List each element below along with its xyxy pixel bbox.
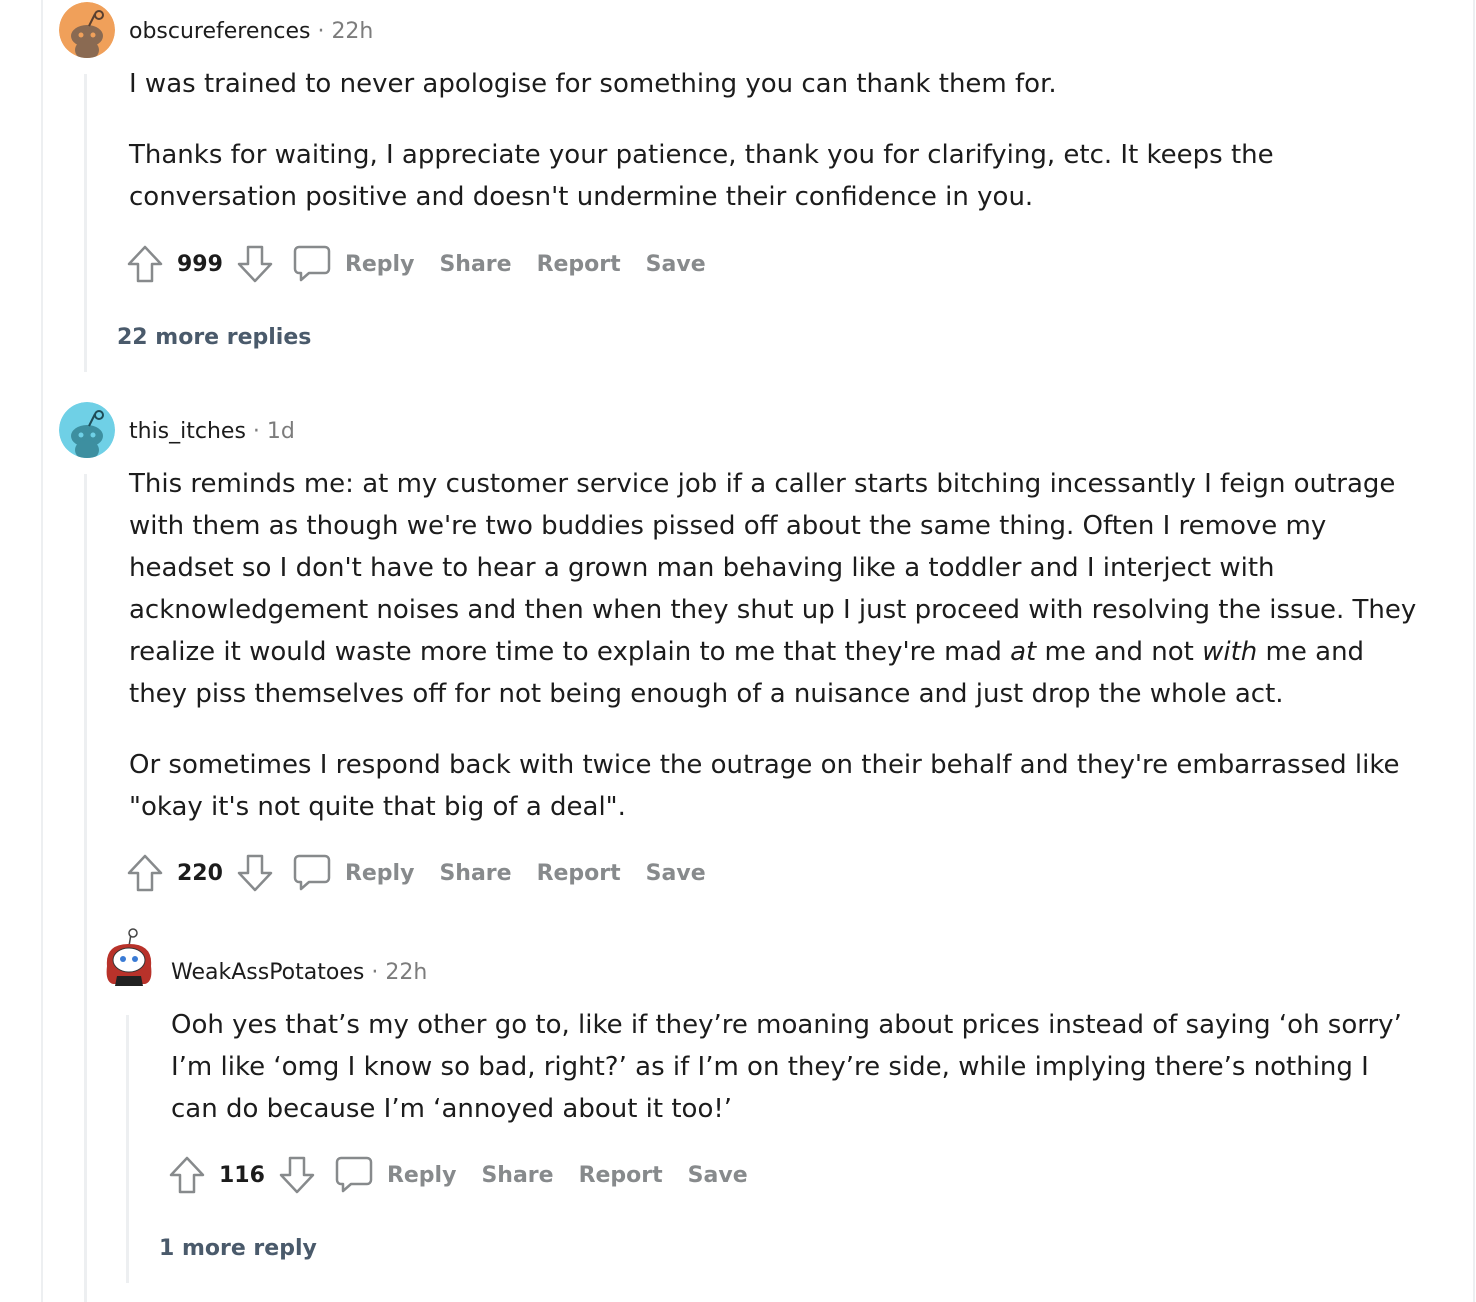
- more-replies-link[interactable]: 22 more replies: [117, 325, 311, 350]
- reply-label: Reply: [344, 251, 415, 277]
- comment-bubble-icon: [293, 245, 331, 283]
- report-button[interactable]: Report: [537, 861, 621, 886]
- upvote-icon[interactable]: [169, 1155, 205, 1195]
- comment-body: I was trained to never apologise for som…: [129, 63, 1419, 218]
- emphasis: with: [1202, 637, 1258, 667]
- avatar[interactable]: [59, 2, 115, 58]
- comment-body: This reminds me: at my customer service …: [129, 463, 1419, 828]
- vote-score: 220: [177, 860, 223, 886]
- save-button[interactable]: Save: [646, 252, 706, 277]
- username[interactable]: obscureferences: [129, 19, 310, 44]
- reply-button[interactable]: Reply: [293, 854, 440, 892]
- timestamp[interactable]: 22h: [385, 960, 427, 985]
- share-button[interactable]: Share: [481, 1163, 553, 1188]
- timestamp[interactable]: 1d: [267, 419, 295, 444]
- comment-meta: WeakAssPotatoes · 22h: [171, 958, 427, 988]
- comment-actions: 116 Reply Share Report Save: [169, 1155, 773, 1195]
- page-right-border: [1473, 0, 1475, 1302]
- downvote-icon[interactable]: [279, 1155, 315, 1195]
- username[interactable]: WeakAssPotatoes: [171, 960, 364, 985]
- username[interactable]: this_itches: [129, 419, 246, 444]
- comment-actions: 220 Reply Share Report Save: [127, 853, 731, 893]
- save-button[interactable]: Save: [688, 1163, 748, 1188]
- thread-line[interactable]: [84, 474, 87, 1302]
- avatar[interactable]: [59, 402, 115, 458]
- meta-separator: ·: [317, 19, 325, 44]
- comment-paragraph: Ooh yes that’s my other go to, like if t…: [171, 1010, 1402, 1124]
- thread-line[interactable]: [126, 1015, 129, 1283]
- reply-button[interactable]: Reply: [293, 245, 440, 283]
- comment-paragraph: Or sometimes I respond back with twice t…: [129, 750, 1400, 822]
- text-run: me and not: [1036, 637, 1203, 667]
- share-button[interactable]: Share: [439, 861, 511, 886]
- more-replies-link[interactable]: 1 more reply: [159, 1236, 317, 1261]
- comment-actions: 999 Reply Share Report Save: [127, 244, 731, 284]
- comment-paragraph: Thanks for waiting, I appreciate your pa…: [129, 140, 1274, 212]
- save-button[interactable]: Save: [646, 861, 706, 886]
- page-left-border: [41, 0, 43, 1302]
- reply-label: Reply: [386, 1162, 457, 1188]
- custom-snoo-avatar-icon: [106, 928, 152, 986]
- reply-button[interactable]: Reply: [335, 1156, 482, 1194]
- comment-bubble-icon: [293, 854, 331, 892]
- meta-separator: ·: [371, 960, 379, 985]
- comment-bubble-icon: [335, 1156, 373, 1194]
- upvote-icon[interactable]: [127, 853, 163, 893]
- snoo-avatar-icon: [59, 402, 115, 458]
- comment-paragraph: This reminds me: at my customer service …: [129, 463, 1419, 715]
- snoo-avatar-icon: [59, 2, 115, 58]
- thread-line[interactable]: [84, 74, 87, 372]
- avatar[interactable]: [101, 928, 157, 998]
- downvote-icon[interactable]: [237, 244, 273, 284]
- share-button[interactable]: Share: [439, 252, 511, 277]
- vote-score: 116: [219, 1162, 265, 1188]
- timestamp[interactable]: 22h: [331, 19, 373, 44]
- report-button[interactable]: Report: [579, 1163, 663, 1188]
- vote-score: 999: [177, 251, 223, 277]
- comment-body: Ooh yes that’s my other go to, like if t…: [171, 1004, 1421, 1130]
- comment-meta: this_itches · 1d: [129, 417, 295, 447]
- comment-meta: obscureferences · 22h: [129, 17, 373, 47]
- comment-paragraph: I was trained to never apologise for som…: [129, 69, 1057, 99]
- emphasis: at: [1010, 637, 1037, 667]
- downvote-icon[interactable]: [237, 853, 273, 893]
- report-button[interactable]: Report: [537, 252, 621, 277]
- upvote-icon[interactable]: [127, 244, 163, 284]
- meta-separator: ·: [252, 419, 260, 444]
- reply-label: Reply: [344, 860, 415, 886]
